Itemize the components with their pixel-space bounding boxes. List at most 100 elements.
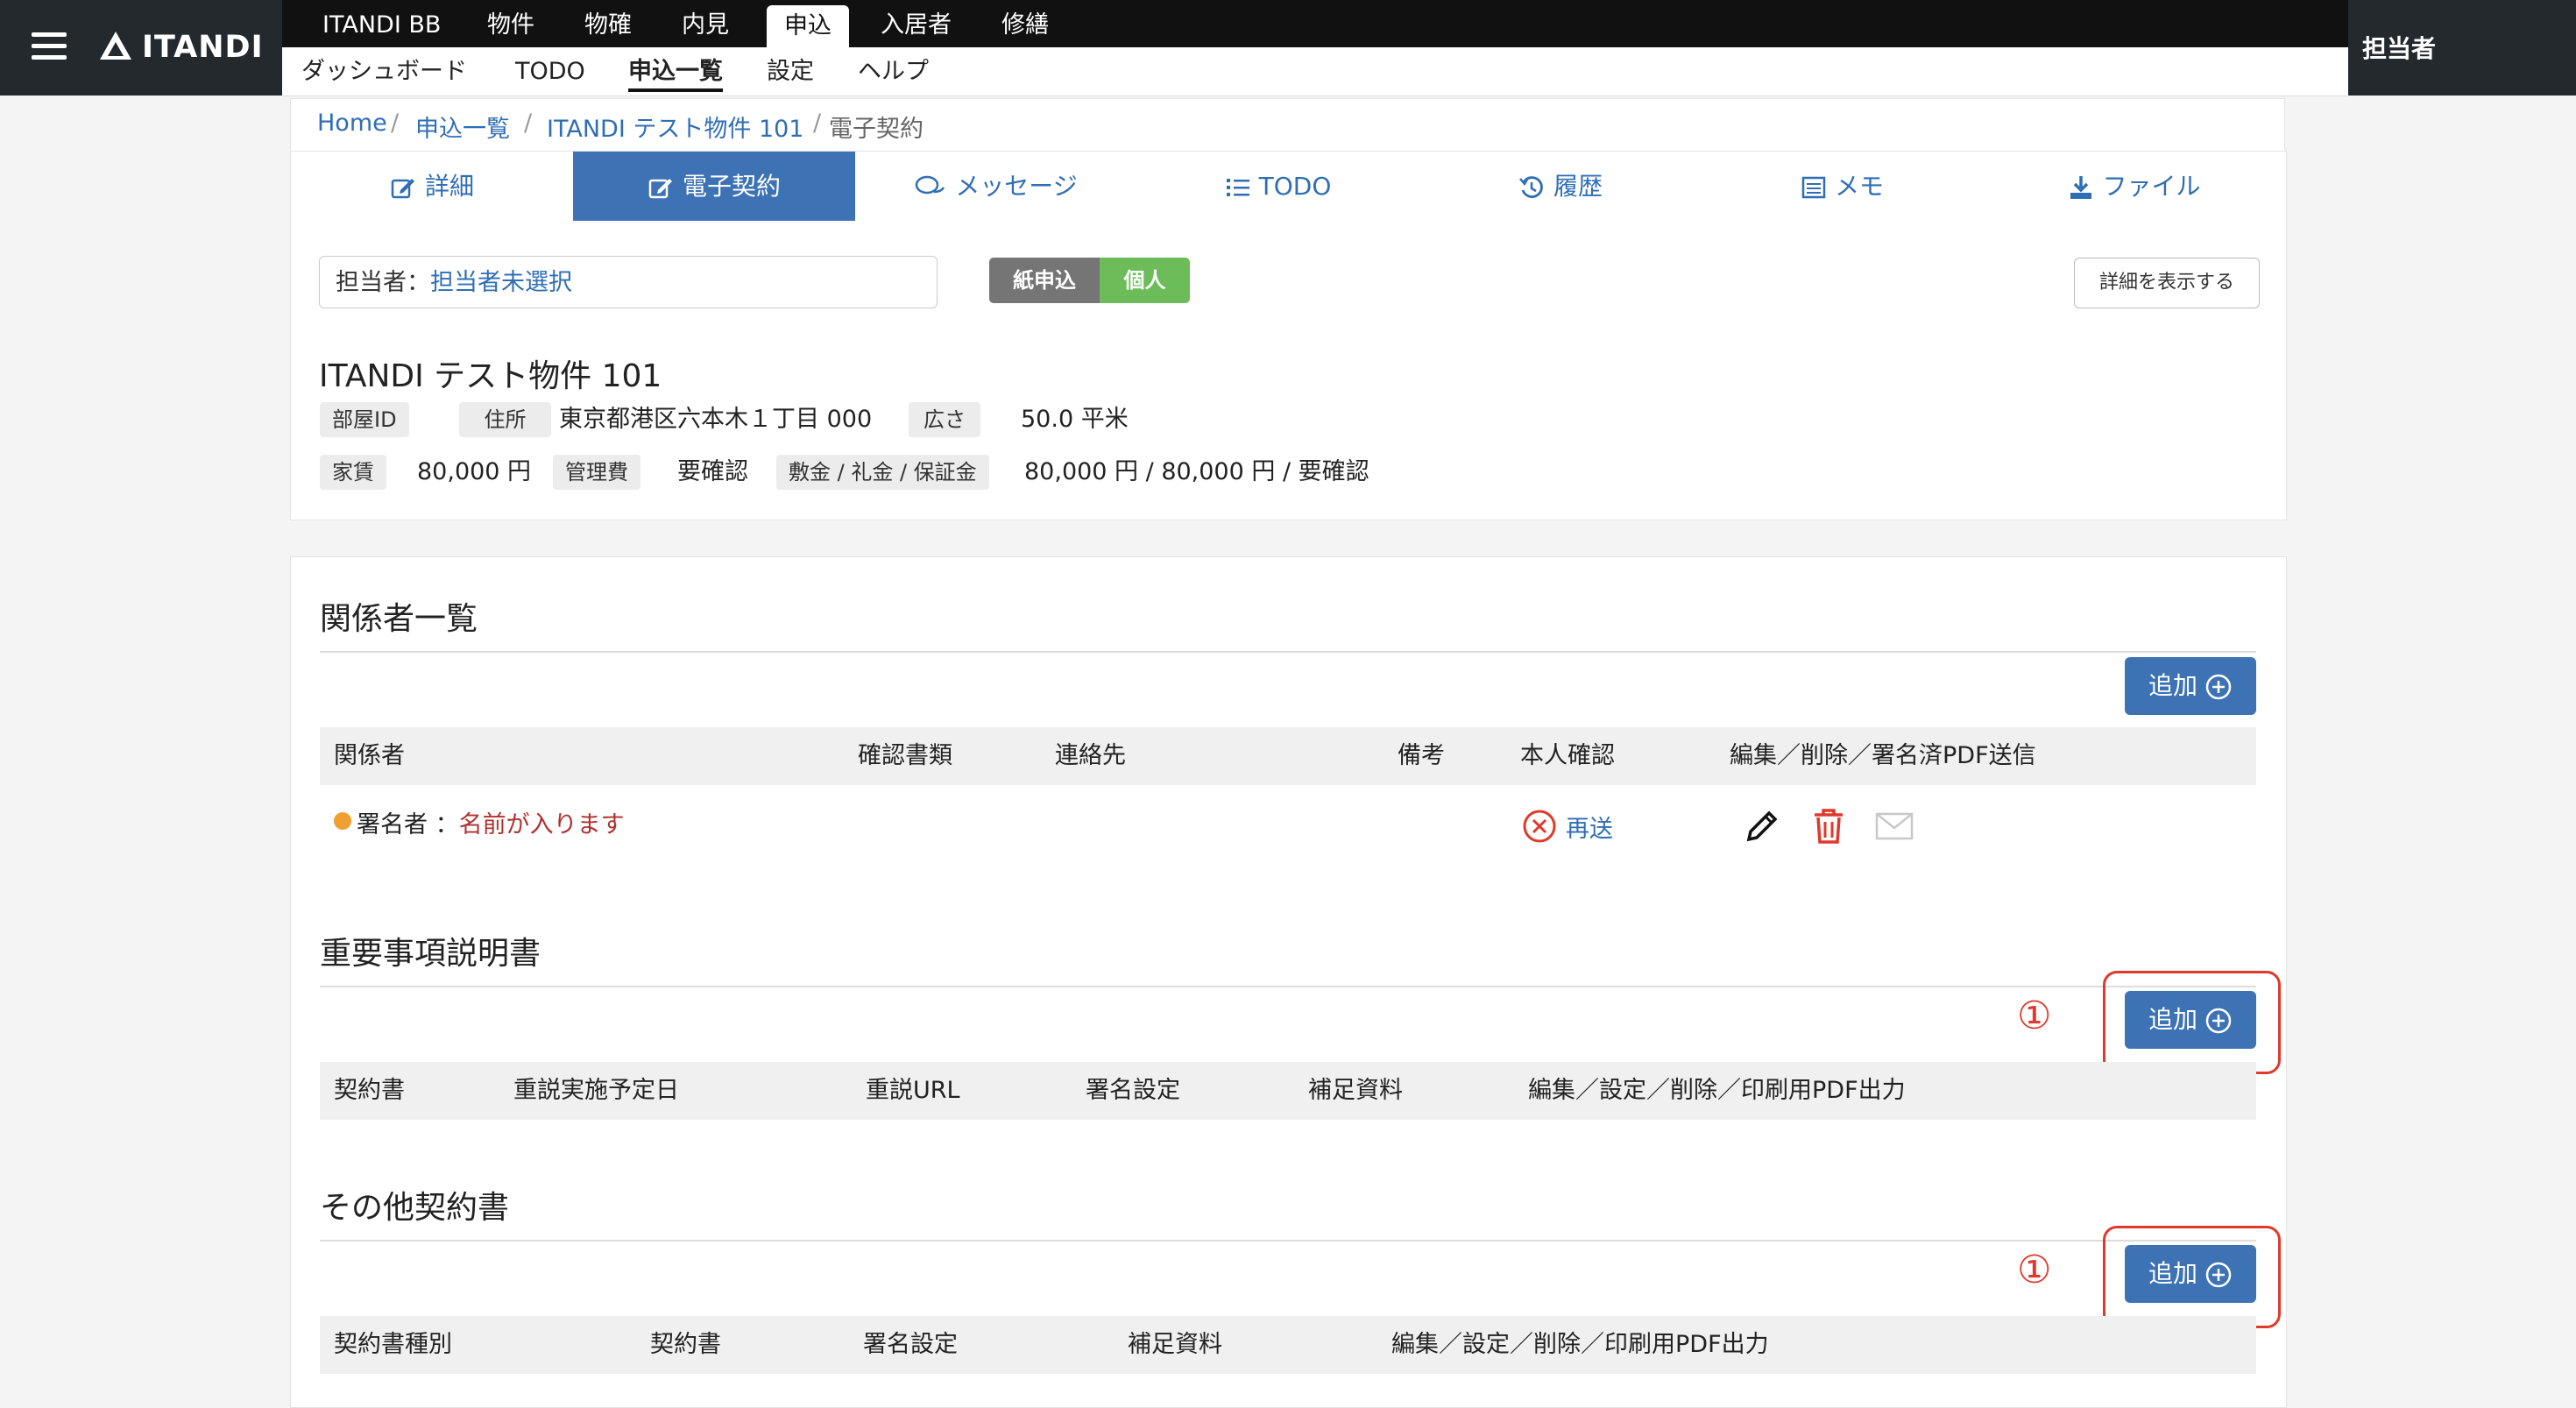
party-role-label: 署名者: [357, 811, 428, 838]
tab-details[interactable]: 詳細: [291, 152, 573, 222]
tab-label: TODO: [1258, 172, 1332, 201]
area-value: 50.0 平米: [1021, 406, 1129, 433]
pencil-icon[interactable]: [1744, 808, 1780, 845]
add-party-button[interactable]: 追加: [2125, 657, 2256, 715]
party-name: 名前が入ります: [458, 811, 625, 838]
sub-nav-todo[interactable]: TODO: [515, 47, 585, 96]
other-table-header: 契約書種別 契約書 署名設定 補足資料 編集／設定／削除／印刷用PDF出力: [320, 1316, 2256, 1374]
column-header: 備考: [1398, 742, 1445, 769]
tab-todo[interactable]: TODO: [1137, 152, 1419, 222]
column-header: 重説URL: [866, 1077, 960, 1104]
column-header: 確認書類: [858, 742, 952, 769]
party-role: 署名者 ：名前が入ります: [357, 805, 625, 839]
sub-nav-applications[interactable]: 申込一覧: [628, 47, 723, 96]
user-menu[interactable]: 担当者: [2348, 0, 2576, 96]
top-nav-viewing[interactable]: 内見: [682, 0, 729, 47]
error-circle-icon: [1523, 810, 1556, 843]
rent-value: 80,000 円: [417, 458, 532, 485]
column-header: 編集／設定／削除／印刷用PDF出力: [1528, 1077, 1906, 1104]
sub-nav-settings[interactable]: 設定: [767, 47, 814, 96]
top-nav-repair[interactable]: 修繕: [1001, 0, 1049, 47]
column-header: 連絡先: [1055, 742, 1126, 769]
column-header: 署名設定: [1086, 1077, 1180, 1104]
column-header: 重説実施予定日: [513, 1077, 679, 1104]
breadcrumb-home[interactable]: Home: [317, 110, 387, 137]
party-colon: ：: [435, 811, 459, 838]
plus-circle-icon: [2205, 1262, 2232, 1288]
contract-card: 関係者一覧 追加 関係者 確認書類 連絡先 備考 本人確認 編集／削除／署名済P…: [290, 556, 2287, 1408]
brand-name: ITANDI: [142, 30, 264, 65]
column-header: 契約書: [334, 1077, 405, 1104]
top-nav-property[interactable]: 物件: [487, 0, 534, 47]
history-icon: [1519, 176, 1543, 198]
itandi-logo-icon: [100, 32, 131, 60]
assignee-select[interactable]: 担当者：担当者未選択: [319, 256, 938, 308]
resend-link[interactable]: 再送: [1522, 809, 1613, 844]
top-nav: ITANDI BB 物件 物確 内見 申込 入居者 修繕: [282, 0, 2348, 47]
download-icon: [2070, 176, 2092, 199]
chat-icon: [916, 175, 945, 195]
detail-tabs: 詳細 電子契約 メッセージ TODO 履歴 メモ ファイル: [290, 151, 2287, 223]
property-info-card: 担当者：担当者未選択 紙申込 個人 詳細を表示する ITANDI テスト物件 1…: [290, 221, 2287, 520]
add-label: 追加: [2148, 671, 2197, 700]
annotation-marker: ①: [2017, 994, 2052, 1038]
management-fee-value: 要確認: [677, 458, 748, 485]
add-label: 追加: [2148, 1259, 2197, 1288]
breadcrumb-separator: /: [524, 110, 533, 137]
column-header: 編集／設定／削除／印刷用PDF出力: [1391, 1331, 1769, 1358]
breadcrumb-property[interactable]: ITANDI テスト物件 101: [547, 110, 803, 144]
column-header: 契約書: [650, 1331, 721, 1358]
deposit-value: 80,000 円 / 80,000 円 / 要確認: [1024, 458, 1369, 485]
brand-area: ITANDI: [0, 0, 282, 96]
edit-icon: [391, 179, 414, 199]
paper-application-badge: 紙申込: [989, 258, 1100, 303]
status-dot: [334, 812, 351, 830]
top-bar: ITANDI ITANDI BB 物件 物確 内見 申込 入居者 修繕 ダッシュ…: [0, 0, 2576, 96]
top-nav-application[interactable]: 申込: [767, 5, 849, 47]
tab-memo[interactable]: メモ: [1702, 152, 1984, 222]
assignee-label: 担当者：: [336, 269, 430, 296]
tab-history[interactable]: 履歴: [1419, 152, 1702, 222]
column-header: 編集／削除／署名済PDF送信: [1730, 742, 2036, 769]
add-important-button[interactable]: 追加: [2125, 991, 2256, 1049]
menu-icon[interactable]: [32, 32, 67, 60]
column-header: 関係者: [334, 742, 405, 769]
parties-table-header: 関係者 確認書類 連絡先 備考 本人確認 編集／削除／署名済PDF送信: [320, 727, 2256, 785]
breadcrumb-applications[interactable]: 申込一覧: [415, 110, 510, 144]
top-nav-residents[interactable]: 入居者: [881, 0, 952, 47]
individual-badge: 個人: [1100, 258, 1190, 303]
tab-label: 履歴: [1553, 172, 1603, 201]
address-label: 住所: [459, 402, 551, 437]
send-pdf-envelope-icon[interactable]: [1874, 810, 1914, 842]
tab-e-contract[interactable]: 電子契約: [573, 152, 855, 222]
tab-label: 電子契約: [682, 172, 781, 201]
memo-icon: [1801, 176, 1826, 199]
list-icon: [1226, 179, 1249, 196]
tab-label: メモ: [1834, 172, 1884, 201]
column-header: 署名設定: [863, 1331, 958, 1358]
rent-label: 家賃: [320, 455, 386, 490]
column-header: 補足資料: [1128, 1331, 1222, 1358]
sub-nav-help[interactable]: ヘルプ: [858, 47, 929, 96]
top-nav-confirm[interactable]: 物確: [584, 0, 632, 47]
top-nav-itandi-bb[interactable]: ITANDI BB: [322, 0, 441, 47]
assignee-value: 担当者未選択: [430, 269, 572, 296]
add-label: 追加: [2148, 1005, 2197, 1034]
itandi-logo[interactable]: ITANDI: [98, 26, 264, 68]
user-label: 担当者: [2362, 34, 2437, 63]
column-header: 本人確認: [1520, 742, 1615, 769]
tab-label: ファイル: [2102, 172, 2201, 201]
plus-circle-icon: [2205, 674, 2232, 700]
plus-circle-icon: [2205, 1008, 2232, 1034]
trash-icon[interactable]: [1811, 807, 1846, 846]
column-header: 契約書種別: [334, 1331, 452, 1358]
tab-messages[interactable]: メッセージ: [855, 152, 1137, 222]
show-details-button[interactable]: 詳細を表示する: [2074, 258, 2260, 308]
area-label: 広さ: [909, 402, 980, 437]
tab-files[interactable]: ファイル: [1984, 152, 2286, 222]
tab-label: メッセージ: [955, 172, 1078, 201]
sub-nav-dashboard[interactable]: ダッシュボード: [301, 47, 467, 96]
add-other-contract-button[interactable]: 追加: [2125, 1245, 2256, 1303]
room-id-label: 部屋ID: [320, 402, 409, 437]
address-value: 東京都港区六本木１丁目 000: [559, 406, 873, 433]
